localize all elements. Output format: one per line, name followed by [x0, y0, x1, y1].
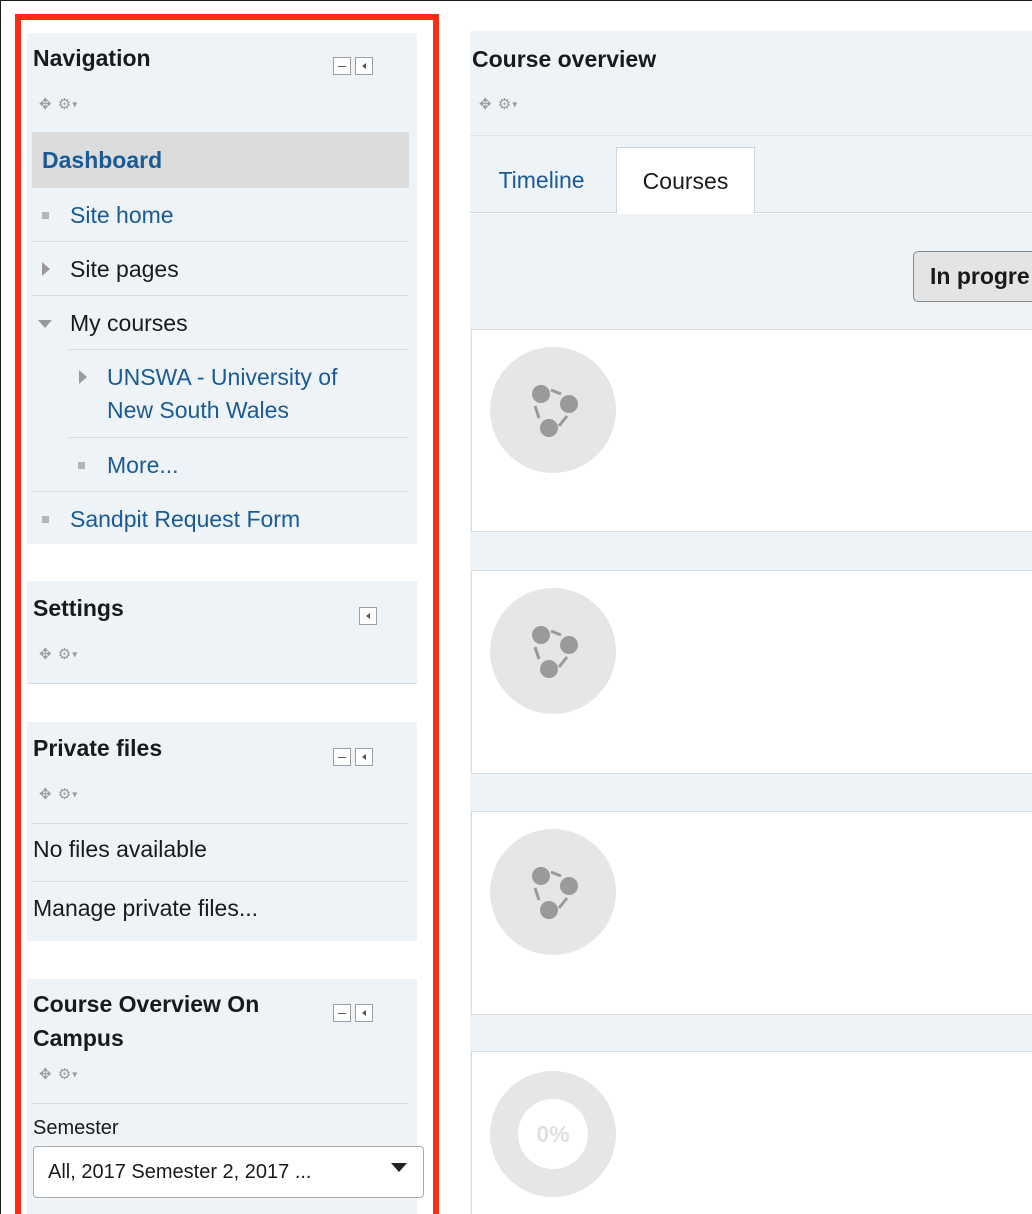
navigation-block: [27, 33, 417, 544]
course-icon: [490, 588, 616, 714]
gear-icon[interactable]: ⚙: [58, 1066, 72, 1083]
divider: [68, 437, 409, 438]
gear-icon[interactable]: ⚙: [498, 96, 512, 113]
course-card[interactable]: [471, 811, 1032, 1015]
nav-sandpit-request-form[interactable]: Sandpit Request Form: [70, 503, 300, 536]
nav-course-unswa[interactable]: UNSWA - University of New South Wales: [107, 361, 337, 427]
dock-icon[interactable]: [359, 607, 377, 625]
divider: [68, 349, 409, 350]
expand-arrow-icon[interactable]: [79, 370, 87, 384]
move-icon[interactable]: ✥: [39, 96, 53, 113]
course-card[interactable]: [471, 570, 1032, 774]
navigation-block-tools: [333, 57, 373, 75]
dock-icon[interactable]: [355, 748, 373, 766]
chevron-down-icon: [391, 1163, 407, 1172]
nav-dashboard[interactable]: Dashboard: [32, 132, 409, 188]
title-line2: Campus: [33, 1025, 124, 1051]
settings-block-controls[interactable]: ✥ ⚙▾: [39, 645, 78, 663]
nav-course-line1: UNSWA - University of: [107, 364, 338, 390]
minimize-icon[interactable]: [333, 1004, 351, 1022]
course-placeholder-icon: [532, 385, 578, 437]
divider: [32, 241, 409, 242]
nav-my-courses[interactable]: My courses: [70, 307, 188, 340]
no-files-text: No files available: [33, 836, 207, 862]
course-overview-campus-controls[interactable]: ✥ ⚙▾: [39, 1065, 78, 1083]
chevron-down-icon: ▾: [72, 649, 79, 661]
progress-ring: 0%: [490, 1071, 616, 1197]
private-files-block-tools: [333, 748, 373, 766]
divider: [32, 295, 409, 296]
navigation-block-controls[interactable]: ✥ ⚙▾: [39, 95, 78, 113]
course-overview-campus-tools: [333, 1004, 373, 1022]
gear-icon[interactable]: ⚙: [58, 786, 72, 803]
semester-select[interactable]: All, 2017 Semester 2, 2017 ...: [33, 1146, 424, 1198]
move-icon[interactable]: ✥: [39, 1066, 53, 1083]
navigation-title: Navigation: [33, 45, 151, 71]
course-overview-controls[interactable]: ✥ ⚙▾: [479, 95, 518, 113]
bullet-icon: [78, 462, 85, 469]
minimize-icon[interactable]: [333, 748, 351, 766]
move-icon[interactable]: ✥: [39, 786, 53, 803]
bullet-icon: [42, 212, 49, 219]
divider: [32, 823, 409, 824]
nav-site-home[interactable]: Site home: [70, 199, 174, 232]
settings-block-tools: [359, 607, 377, 625]
course-icon: [490, 347, 616, 473]
nav-course-line2: New South Wales: [107, 397, 289, 423]
nav-site-pages[interactable]: Site pages: [70, 253, 179, 286]
course-overview-campus-title: Course Overview On Campus: [33, 987, 259, 1055]
settings-title: Settings: [33, 595, 124, 621]
chevron-down-icon: ▾: [72, 1069, 79, 1081]
course-card[interactable]: 0%: [471, 1051, 1032, 1214]
divider: [32, 881, 409, 882]
gear-icon[interactable]: ⚙: [58, 96, 72, 113]
manage-private-files-link[interactable]: Manage private files...: [33, 892, 258, 925]
tab-timeline[interactable]: Timeline: [479, 147, 604, 214]
bullet-icon: [42, 516, 49, 523]
nav-more[interactable]: More...: [107, 449, 179, 482]
dock-icon[interactable]: [355, 1004, 373, 1022]
title-line1: Course Overview On: [33, 991, 260, 1017]
collapse-arrow-icon[interactable]: [38, 320, 52, 328]
private-files-block-controls[interactable]: ✥ ⚙▾: [39, 785, 78, 803]
minimize-icon[interactable]: [333, 57, 351, 75]
progress-percentage: 0%: [518, 1099, 588, 1169]
course-card[interactable]: [471, 329, 1032, 532]
private-files-title: Private files: [33, 735, 163, 761]
chevron-down-icon: ▾: [512, 99, 519, 111]
tab-courses[interactable]: Courses: [616, 147, 755, 214]
divider: [32, 491, 409, 492]
divider: [32, 1103, 409, 1104]
move-icon[interactable]: ✥: [479, 96, 493, 113]
course-placeholder-icon: [532, 867, 578, 919]
dock-icon[interactable]: [355, 57, 373, 75]
gear-icon[interactable]: ⚙: [58, 646, 72, 663]
course-placeholder-icon: [532, 626, 578, 678]
course-overview-title: Course overview: [472, 46, 657, 72]
semester-label: Semester: [33, 1117, 119, 1139]
course-icon: [490, 829, 616, 955]
in-progress-button[interactable]: In progre: [913, 251, 1032, 302]
move-icon[interactable]: ✥: [39, 646, 53, 663]
chevron-down-icon: ▾: [72, 99, 79, 111]
chevron-down-icon: ▾: [72, 789, 79, 801]
expand-arrow-icon[interactable]: [42, 262, 50, 276]
